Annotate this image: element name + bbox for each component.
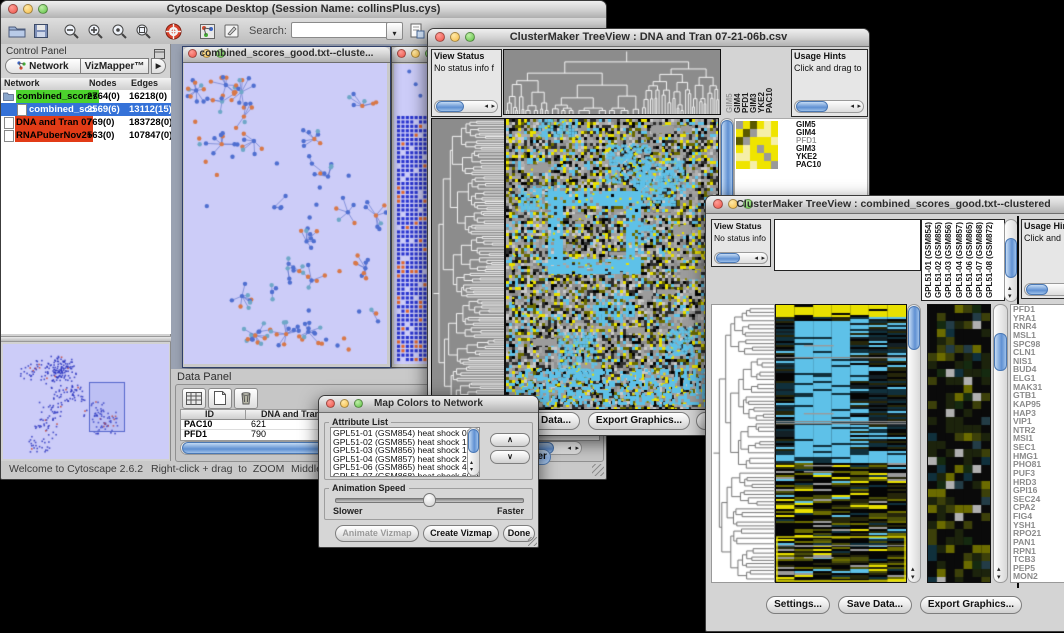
search-input[interactable] bbox=[291, 22, 389, 38]
speed-slider-thumb[interactable] bbox=[423, 493, 436, 507]
new-attribute-icon[interactable] bbox=[208, 388, 232, 409]
control-panel-title: Control Panel bbox=[6, 46, 67, 57]
treeview2-zoom-heatmap[interactable] bbox=[927, 304, 991, 583]
tab-network[interactable]: Network bbox=[5, 58, 81, 74]
col-id[interactable]: ID bbox=[205, 410, 214, 419]
treeview2-top-vscrollbar[interactable]: ▴▾ bbox=[1004, 219, 1018, 302]
view-status-hscrollbar[interactable]: ◂▸ bbox=[434, 100, 498, 113]
move-down-button[interactable]: ∨ bbox=[490, 450, 530, 464]
move-up-button[interactable]: ∧ bbox=[490, 433, 530, 447]
control-panel: Control Panel Network VizMapper™ ▶ Netwo… bbox=[1, 44, 171, 461]
network-window-1: combined_scores_good.txt--cluste... bbox=[182, 46, 391, 368]
zoom-out-icon[interactable] bbox=[59, 20, 83, 42]
attribute-browser-icon[interactable] bbox=[405, 20, 429, 42]
annotation-icon[interactable] bbox=[219, 20, 243, 42]
network-row-combined-sco-selected[interactable]: combined_sco 2569(6) 13112(15) bbox=[1, 103, 171, 116]
treeview2-view-status: View Status No status info ◂▸ bbox=[711, 219, 771, 267]
treeview2-gene-vscrollbar[interactable]: ▴▾ bbox=[993, 304, 1008, 583]
treeview1-heatmap[interactable] bbox=[505, 118, 719, 410]
map-colors-title: Map Colors to Network bbox=[319, 398, 538, 409]
birdseye-view-canvas[interactable] bbox=[3, 344, 169, 459]
resize-grip[interactable] bbox=[592, 464, 604, 476]
resize-grip[interactable] bbox=[528, 537, 537, 546]
network-view-1-canvas[interactable] bbox=[184, 63, 387, 364]
delete-attribute-trash-icon[interactable] bbox=[234, 388, 258, 409]
treeview1-column-dendrogram[interactable] bbox=[503, 49, 721, 115]
search-dropdown-button[interactable]: ▾ bbox=[386, 22, 403, 40]
network-window-1-title: combined_scores_good.txt--cluste... bbox=[183, 48, 390, 59]
treeview2-row-dendrogram[interactable] bbox=[711, 304, 775, 583]
zoom-in-icon[interactable] bbox=[83, 20, 107, 42]
network-row-combined-scores[interactable]: combined_scores 2764(0) 16218(0) bbox=[1, 90, 171, 103]
attribute-listbox[interactable]: GPL51-01 (GSM854) heat shock 05 minGPL51… bbox=[330, 427, 480, 477]
panel-divider[interactable] bbox=[1, 336, 171, 342]
treeview2-column-dendrogram[interactable] bbox=[774, 219, 921, 271]
animate-vizmap-button: Animate Vizmap bbox=[335, 525, 419, 542]
animation-speed-label: Animation Speed bbox=[329, 483, 409, 493]
zoom-fit-icon[interactable] bbox=[131, 20, 155, 42]
open-session-button[interactable] bbox=[5, 20, 29, 42]
treeview1-view-status: View Status No status info f ◂▸ bbox=[431, 49, 502, 117]
network-window-1-titlebar[interactable]: combined_scores_good.txt--cluste... bbox=[183, 47, 390, 63]
map-colors-titlebar[interactable]: Map Colors to Network bbox=[319, 396, 538, 413]
attribute-list-group: Attribute List GPL51-01 (GSM854) heat sh… bbox=[324, 422, 533, 480]
search-label: Search: bbox=[249, 25, 287, 37]
minimize-button[interactable] bbox=[411, 49, 420, 58]
treeview1-column-labels: GIM5GIM4PFD1GIM3YKE2PAC10 bbox=[725, 53, 775, 113]
usage-hints-hscrollbar[interactable] bbox=[1024, 283, 1064, 296]
treeview2-usage-hints: Usage Hints Click and bbox=[1021, 219, 1064, 299]
slower-label: Slower bbox=[333, 506, 363, 516]
status-welcome: Welcome to Cytoscape 2.6.2 bbox=[9, 463, 143, 475]
treeview2-heatmap[interactable] bbox=[775, 304, 907, 583]
treeview2-column-labels: GPL51-01 (GSM854)GPL51-02 (GSM855)GPL51-… bbox=[921, 219, 1005, 301]
network-row-rnapuber[interactable]: RNAPuberNov2+ 563(0) 107847(0) bbox=[1, 129, 171, 142]
status-zoom-hint: Right-click + drag to ZOOM bbox=[151, 463, 284, 475]
network-row-dna-tran[interactable]: DNA and Tran 07 769(0) 183728(0) bbox=[1, 116, 171, 129]
window-title: Cytoscape Desktop (Session Name: collins… bbox=[1, 3, 606, 15]
help-lifering-icon[interactable] bbox=[161, 20, 185, 42]
tab-vizmapper[interactable]: VizMapper™ bbox=[81, 58, 149, 74]
faster-label: Faster bbox=[497, 506, 524, 516]
zoom-selected-icon[interactable] bbox=[107, 20, 131, 42]
treeview2-titlebar[interactable]: ClusterMaker TreeView : combined_scores_… bbox=[706, 196, 1064, 214]
export-graphics-button[interactable]: Export Graphics... bbox=[588, 412, 690, 430]
treeview1-title: ClusterMaker TreeView : DNA and Tran 07-… bbox=[428, 31, 869, 43]
view-status-hscrollbar[interactable]: ◂▸ bbox=[714, 252, 768, 264]
create-vizmap-button[interactable]: Create Vizmap bbox=[423, 525, 499, 542]
close-button[interactable] bbox=[397, 49, 406, 58]
save-session-button[interactable] bbox=[29, 20, 53, 42]
treeview1-row-labels: GIM5GIM4PFD1GIM3YKE2PAC10 bbox=[796, 121, 821, 169]
treeview1-usage-hints: Usage Hints Click and drag to ◂▸ bbox=[791, 49, 868, 117]
main-titlebar[interactable]: Cytoscape Desktop (Session Name: collins… bbox=[1, 1, 606, 19]
settings-button[interactable]: Settings... bbox=[766, 596, 830, 614]
animation-speed-group: Animation Speed Slower Faster bbox=[324, 488, 533, 520]
export-graphics-button[interactable]: Export Graphics... bbox=[920, 596, 1022, 614]
network-overview-icon[interactable] bbox=[195, 20, 219, 42]
data-panel-label: Data Panel bbox=[177, 371, 231, 383]
treeview2-main-vscrollbar[interactable]: ▴▾ bbox=[907, 304, 921, 583]
attribute-list-label: Attribute List bbox=[329, 417, 391, 427]
tab-overflow-button[interactable]: ▶ bbox=[151, 58, 166, 74]
treeview1-titlebar[interactable]: ClusterMaker TreeView : DNA and Tran 07-… bbox=[428, 29, 869, 47]
treeview1-row-dendrogram[interactable] bbox=[431, 118, 505, 410]
usage-hints-hscrollbar[interactable]: ◂▸ bbox=[794, 100, 864, 113]
treeview2-window: ClusterMaker TreeView : combined_scores_… bbox=[705, 195, 1064, 632]
attribute-list-vscrollbar[interactable]: ▴▾ bbox=[467, 427, 480, 476]
save-data-button[interactable]: Save Data... bbox=[838, 596, 912, 614]
treeview1-summary-matrix[interactable] bbox=[736, 121, 778, 169]
attribute-select-icon[interactable] bbox=[182, 388, 206, 409]
map-colors-dialog: Map Colors to Network Attribute List GPL… bbox=[318, 395, 539, 548]
network-list: combined_scores 2764(0) 16218(0) combine… bbox=[1, 90, 171, 334]
treeview2-gene-list[interactable]: PFD1YRA1RNR4MSL1SPC98CLN1NIS1BUD4ELG1MAK… bbox=[1010, 304, 1064, 583]
treeview2-title: ClusterMaker TreeView : combined_scores_… bbox=[706, 198, 1064, 210]
desktop: { "main_window": { "title": "Cytoscape D… bbox=[0, 0, 1064, 633]
